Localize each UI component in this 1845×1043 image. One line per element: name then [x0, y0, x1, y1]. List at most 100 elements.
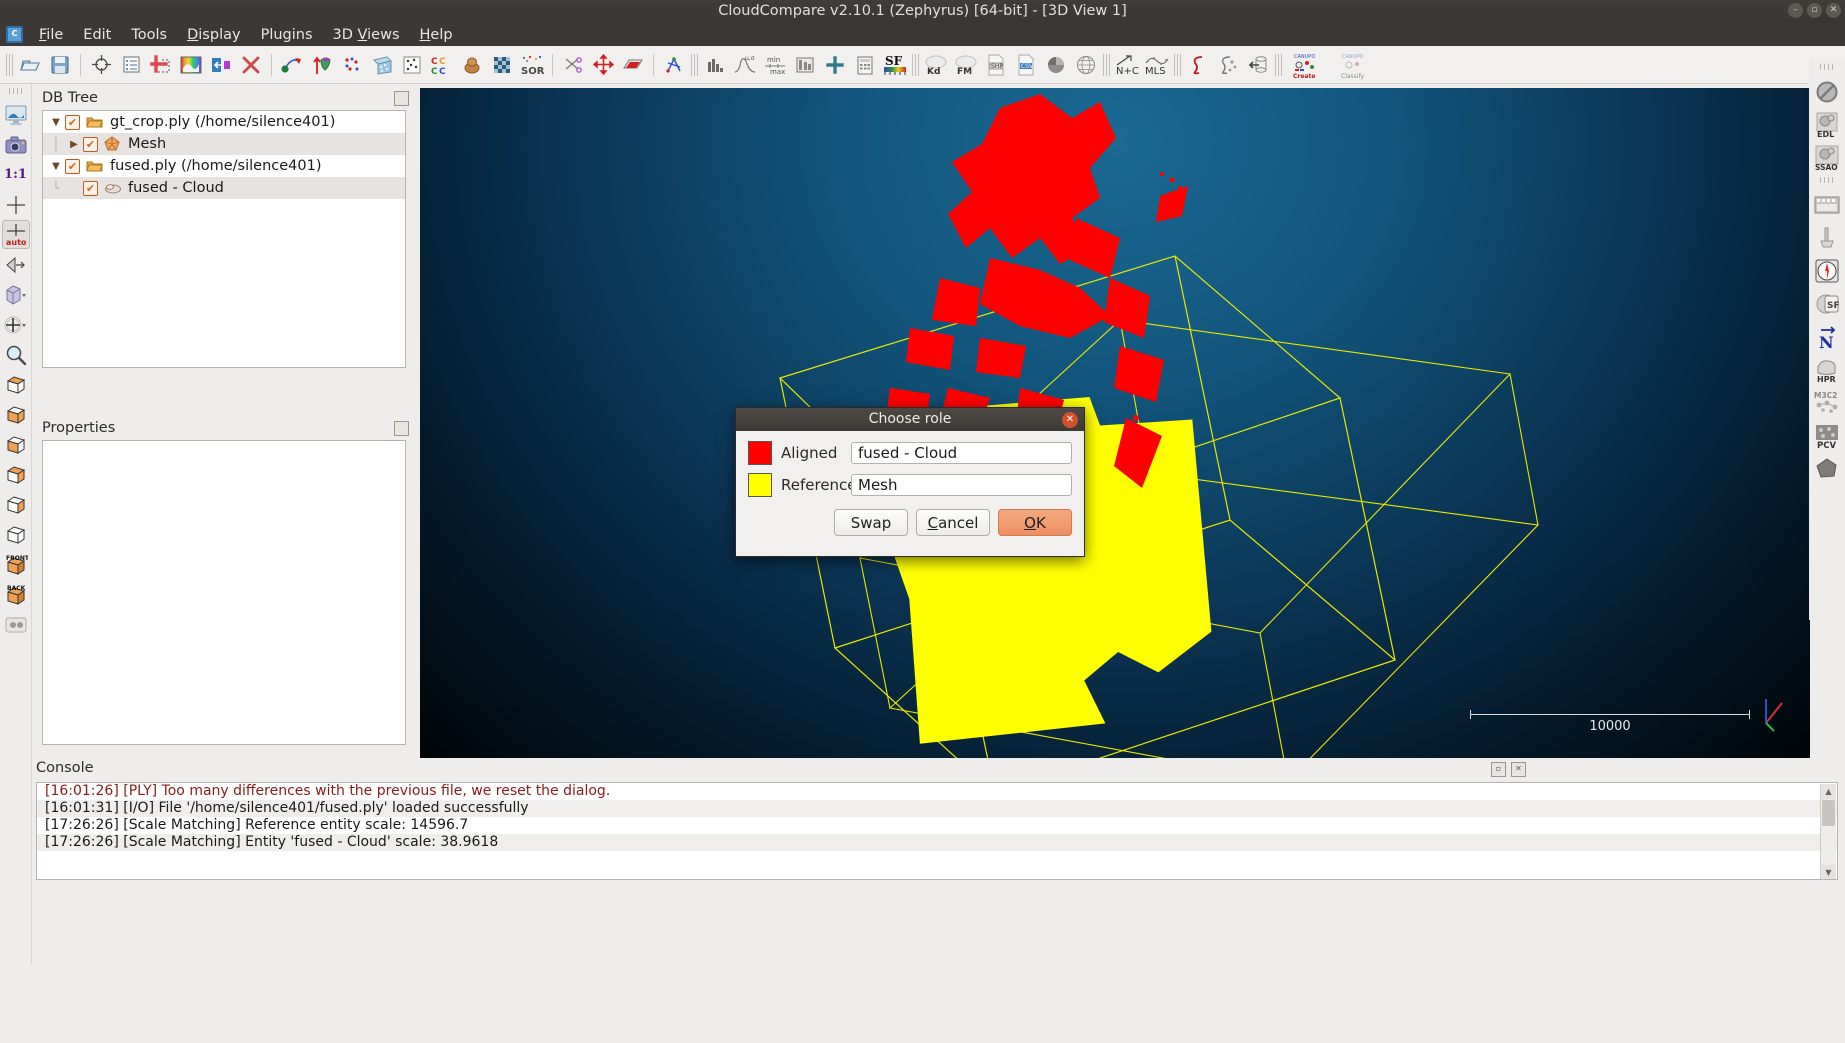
noise-filter-icon[interactable] — [397, 50, 427, 80]
menu-file[interactable]: FFileile — [29, 25, 73, 45]
menu-3d-views[interactable]: 3D Views — [323, 25, 410, 45]
default-colors-icon[interactable] — [2, 280, 30, 309]
calculator-icon[interactable] — [850, 50, 880, 80]
poisson-recon-icon[interactable] — [1213, 50, 1243, 80]
curvature-icon[interactable] — [1183, 50, 1213, 80]
clone-icon[interactable] — [86, 50, 116, 80]
3d-view[interactable]: 10000 — [420, 88, 1810, 758]
visibility-checkbox[interactable]: ✔ — [83, 136, 98, 152]
minimize-button[interactable]: – — [1788, 3, 1803, 18]
console-float-button[interactable]: ▫ — [1491, 762, 1506, 777]
normals-computation-icon[interactable]: N+C — [1112, 50, 1142, 80]
chevron-down-icon[interactable]: ▼ — [47, 161, 65, 172]
ssao-shader-icon[interactable]: SSAO — [1812, 142, 1842, 173]
sor-filter-icon[interactable]: SOR — [517, 50, 547, 80]
no-shader-icon[interactable] — [1812, 76, 1842, 107]
add-sf-icon[interactable] — [820, 50, 850, 80]
scroll-thumb[interactable] — [1822, 800, 1835, 826]
aligned-entity-input[interactable]: fused - Cloud — [851, 442, 1072, 464]
colors-icon[interactable] — [176, 50, 206, 80]
kd-tree-icon[interactable]: Kd — [921, 50, 951, 80]
chevron-right-icon[interactable]: ▶ — [65, 139, 83, 150]
sf-facets-icon[interactable]: SF — [1812, 288, 1842, 319]
menu-display[interactable]: Display — [177, 25, 250, 45]
match-bb-icon[interactable] — [337, 50, 367, 80]
fm-icon[interactable]: FM — [951, 50, 981, 80]
canupo-classify-icon[interactable]: CANUPO Classify — [1332, 50, 1380, 80]
sf-scale-icon[interactable]: SF — [880, 50, 910, 80]
properties-table[interactable] — [42, 440, 406, 745]
menu-edit[interactable]: Edit — [73, 25, 121, 45]
visibility-checkbox[interactable]: ✔ — [65, 158, 80, 174]
scroll-up-icon[interactable]: ▲ — [1821, 784, 1836, 799]
ok-button[interactable]: OK — [998, 509, 1072, 536]
swap-button[interactable]: Swap — [834, 509, 908, 536]
toolbar-grip[interactable] — [912, 53, 919, 76]
csv-export-icon[interactable]: CSV — [1011, 50, 1041, 80]
segment-scissors-icon[interactable] — [558, 50, 588, 80]
tree-row-fused-cloud[interactable]: └ ✔ fused - Cloud — [43, 177, 405, 199]
right-toolbar-grip-2[interactable] — [1820, 177, 1834, 183]
properties-list-icon[interactable] — [116, 50, 146, 80]
gauss-filter-icon[interactable]: μ,σ — [730, 50, 760, 80]
maximize-button[interactable]: ▫ — [1807, 3, 1822, 18]
close-icon[interactable]: ✕ — [1062, 412, 1078, 428]
view-top-icon[interactable] — [2, 370, 30, 399]
sf-to-rgb-icon[interactable] — [790, 50, 820, 80]
globe-icon[interactable] — [1071, 50, 1101, 80]
visibility-checkbox[interactable]: ✔ — [83, 180, 98, 196]
stereo-mode-icon[interactable] — [2, 610, 30, 639]
console-close-button[interactable]: ✕ — [1511, 762, 1526, 777]
menu-plugins[interactable]: Plugins — [251, 25, 323, 45]
properties-float-button[interactable] — [394, 421, 409, 436]
hpr-icon[interactable]: HPR — [1812, 354, 1842, 385]
chevron-down-icon[interactable]: ▼ — [47, 117, 65, 128]
tree-row-gt-crop[interactable]: ▼ ✔ gt_crop.ply (/home/silence401) — [43, 111, 405, 133]
cloud-cloud-dist-icon[interactable]: CCCC — [427, 50, 457, 80]
histogram-icon[interactable] — [700, 50, 730, 80]
toolbar-grip[interactable] — [1103, 53, 1110, 76]
align-icon[interactable] — [307, 50, 337, 80]
choose-role-dialog[interactable]: Choose role ✕ Aligned fused - Cloud Refe… — [735, 407, 1085, 557]
merge-icon[interactable] — [146, 50, 176, 80]
cloud-mesh-dist-icon[interactable] — [457, 50, 487, 80]
view-front-icon[interactable]: FRONT — [2, 550, 30, 579]
north-arrow-icon[interactable]: N — [1812, 321, 1842, 352]
toolbar-grip[interactable] — [6, 53, 13, 76]
register-icon[interactable] — [277, 50, 307, 80]
toolbar-grip[interactable] — [1174, 53, 1181, 76]
tree-row-fused-ply[interactable]: ▼ ✔ fused.ply (/home/silence401) — [43, 155, 405, 177]
reference-entity-input[interactable]: Mesh — [851, 474, 1072, 496]
close-button[interactable]: ✕ — [1826, 3, 1841, 18]
view-left-icon[interactable] — [2, 430, 30, 459]
subsample-icon[interactable] — [206, 50, 236, 80]
toggle-camera-projection-icon[interactable] — [2, 250, 30, 279]
min-max-icon[interactable]: min max — [760, 50, 790, 80]
cancel-button[interactable]: Cancel — [916, 509, 990, 536]
tree-row-mesh[interactable]: │ ▶ ✔ Mesh — [43, 133, 405, 155]
zoom-one-to-one-icon[interactable]: 1:1 — [2, 160, 30, 189]
point-picking-icon[interactable] — [659, 50, 689, 80]
db-tree-float-button[interactable] — [394, 91, 409, 106]
section-icon[interactable] — [618, 50, 648, 80]
pcv-icon[interactable]: PCV — [1812, 420, 1842, 451]
console-log[interactable]: [16:01:26] [PLY] Too many differences wi… — [36, 782, 1838, 880]
db-tree-list[interactable]: ▼ ✔ gt_crop.ply (/home/silence401) │ ▶ ✔… — [42, 110, 406, 368]
visibility-checkbox[interactable]: ✔ — [65, 114, 80, 130]
pie-icon[interactable] — [1041, 50, 1071, 80]
pick-rotation-center-icon[interactable] — [2, 310, 30, 339]
menu-tools[interactable]: Tools — [121, 25, 177, 45]
rotate-cylinder-icon[interactable] — [1243, 50, 1273, 80]
scroll-down-icon[interactable]: ▼ — [1821, 865, 1836, 879]
view-right-icon[interactable] — [2, 460, 30, 489]
compass-icon[interactable] — [1812, 255, 1842, 286]
sf-gradient-icon[interactable] — [367, 50, 397, 80]
display-settings-icon[interactable] — [2, 100, 30, 129]
left-toolbar-grip[interactable] — [8, 88, 23, 94]
menu-help[interactable]: Help — [410, 25, 463, 45]
set-pivot-icon[interactable] — [2, 190, 30, 219]
mls-smoothing-icon[interactable]: MLS — [1142, 50, 1172, 80]
camera-snapshot-icon[interactable] — [2, 130, 30, 159]
dialog-title-bar[interactable]: Choose role ✕ — [736, 408, 1084, 431]
view-isometric-1-icon[interactable] — [2, 490, 30, 519]
